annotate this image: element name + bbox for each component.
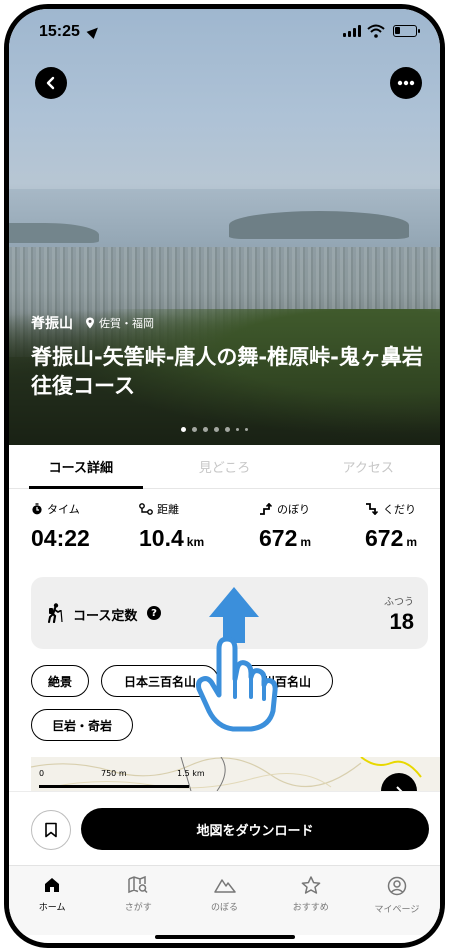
nav-search-label: さがす <box>124 903 152 913</box>
hiker-icon <box>48 603 63 623</box>
map-scale-end: 1.5 km <box>177 769 205 778</box>
detail-tabs: コース詳細 見どころ アクセス <box>9 445 440 489</box>
more-button[interactable] <box>390 67 422 99</box>
route-distance-icon <box>139 503 153 515</box>
nav-search[interactable]: さがす <box>95 866 181 935</box>
battery-icon <box>393 25 420 37</box>
course-constant-label: コース定数 <box>73 609 138 624</box>
stat-ascent: のぼり 672 m <box>259 501 311 552</box>
status-time: 15:25 <box>39 23 80 40</box>
home-icon <box>45 878 60 892</box>
mountain-name[interactable]: 脊振山 <box>31 313 73 333</box>
carousel-dot <box>225 427 230 432</box>
nav-home-label: ホーム <box>38 903 66 913</box>
course-constant-value: 18 <box>389 609 414 634</box>
bottom-nav: ホーム さがす のぼる おすすめ マイページ <box>9 865 440 935</box>
descent-icon <box>366 503 379 515</box>
course-stats: タイム 04:22 距離 10.4 km のぼり 672 m くだり 672 m <box>9 501 440 565</box>
carousel-dot <box>245 428 248 431</box>
back-button[interactable] <box>35 67 67 99</box>
stat-descent-value: 672 <box>365 525 404 551</box>
user-icon <box>387 876 407 896</box>
stat-ascent-value: 672 <box>259 525 298 551</box>
wifi-icon <box>367 24 385 38</box>
signal-icon <box>343 25 361 37</box>
stat-time-label: タイム <box>47 503 80 516</box>
course-title: 脊振山-矢筈峠-唐人の舞-椎原峠-鬼ヶ鼻岩 往復コース <box>31 345 423 398</box>
difficulty-label: ふつう <box>384 597 414 608</box>
stat-descent-unit: m <box>406 535 418 549</box>
hero-photo: 15:25 脊振山 佐賀・福岡 脊振山-矢筈峠-唐人の舞-椎原峠-鬼ヶ鼻岩 往復… <box>9 9 440 445</box>
home-indicator <box>155 935 295 939</box>
ascent-icon <box>260 503 273 515</box>
more-dots-icon <box>397 80 415 86</box>
carousel-dots <box>181 427 248 432</box>
download-map-button[interactable]: 地図をダウンロード <box>81 808 429 850</box>
tab-course-detail[interactable]: コース詳細 <box>9 445 153 489</box>
stat-distance-unit: km <box>186 535 205 549</box>
help-icon[interactable]: ? <box>147 606 161 620</box>
swipe-up-hand-icon <box>196 587 278 732</box>
status-bar: 15:25 <box>9 9 440 53</box>
carousel-dot <box>236 428 239 431</box>
carousel-dot <box>181 427 186 432</box>
course-map-preview[interactable]: 0 750 m 1.5 km <box>31 757 440 791</box>
mountain-row: 脊振山 佐賀・福岡 <box>31 313 154 333</box>
location-pin-icon <box>86 317 94 329</box>
nav-recommend[interactable]: おすすめ <box>268 866 354 935</box>
stopwatch-icon <box>32 503 42 515</box>
stat-ascent-label: のぼり <box>277 503 310 516</box>
tag-chip[interactable]: 巨岩・奇岩 <box>31 709 133 741</box>
stat-time: タイム 04:22 <box>31 501 90 552</box>
stat-distance: 距離 10.4 km <box>139 501 204 552</box>
nav-mypage-label: マイページ <box>374 905 420 915</box>
nav-recommend-label: おすすめ <box>292 903 329 913</box>
stat-ascent-unit: m <box>300 535 312 549</box>
location-arrow-icon <box>86 24 102 39</box>
star-icon <box>301 876 321 894</box>
tag-chip[interactable]: 絶景 <box>31 665 89 697</box>
nav-mypage[interactable]: マイページ <box>354 866 440 935</box>
stat-time-value: 04:22 <box>31 525 90 551</box>
stat-distance-value: 10.4 <box>139 525 184 551</box>
carousel-dot <box>192 427 197 432</box>
bookmark-button[interactable] <box>31 810 71 850</box>
nav-climb[interactable]: のぼる <box>181 866 267 935</box>
hero-island <box>229 211 409 239</box>
stat-descent-label: くだり <box>383 503 416 516</box>
stat-descent: くだり 672 m <box>365 501 417 552</box>
action-bar: 地図をダウンロード <box>9 791 440 865</box>
map-scale-bar <box>39 785 189 788</box>
tab-highlights[interactable]: 見どころ <box>153 445 297 488</box>
chevron-left-icon <box>46 76 55 90</box>
carousel-dot <box>214 427 219 432</box>
mountain-icon <box>213 879 236 893</box>
prefecture-label: 佐賀・福岡 <box>99 317 154 330</box>
map-scale-mid: 750 m <box>101 769 127 778</box>
phone-frame: 15:25 脊振山 佐賀・福岡 脊振山-矢筈峠-唐人の舞-椎原峠-鬼ヶ鼻岩 往復… <box>4 4 445 948</box>
bookmark-icon <box>45 822 57 838</box>
map-search-icon <box>128 876 148 894</box>
nav-climb-label: のぼる <box>211 903 239 913</box>
carousel-dot <box>203 427 208 432</box>
nav-home[interactable]: ホーム <box>9 866 95 935</box>
stat-distance-label: 距離 <box>157 503 179 516</box>
tab-access[interactable]: アクセス <box>296 445 440 488</box>
